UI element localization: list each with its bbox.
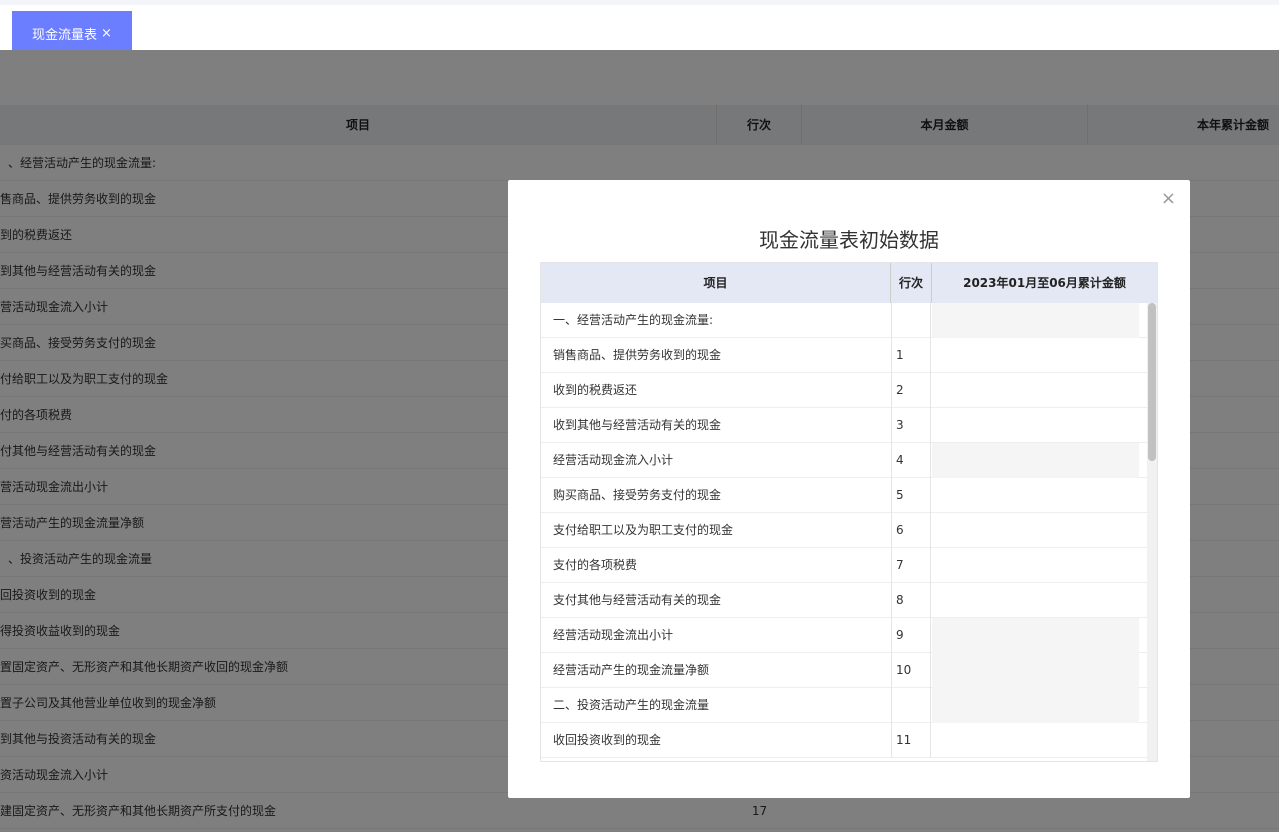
row-no: 3 <box>891 408 931 443</box>
tab-close-icon[interactable]: × <box>101 26 112 41</box>
row-no: 1 <box>891 338 931 373</box>
table-row: 经营活动现金流入小计 4 <box>541 443 1147 478</box>
row-no <box>891 688 931 723</box>
amount-cell <box>932 688 1139 723</box>
row-item: 经营活动现金流出小计 <box>553 628 674 642</box>
tab-label: 现金流量表 <box>32 27 98 43</box>
table-header: 项目 行次 2023年01月至06月累计金额 <box>541 263 1157 303</box>
table-row: 收到其他与经营活动有关的现金 3 <box>541 408 1147 443</box>
amount-cell <box>932 443 1139 478</box>
modal-title: 现金流量表初始数据 <box>759 228 939 252</box>
amount-cell[interactable] <box>932 338 1139 373</box>
row-no: 10 <box>891 653 931 688</box>
row-item: 一、经营活动产生的现金流量: <box>553 313 714 327</box>
amount-cell <box>932 653 1139 688</box>
row-no <box>891 303 931 338</box>
tab-cash-flow-statement[interactable]: 现金流量表 × <box>12 11 132 55</box>
row-item: 经营活动现金流入小计 <box>553 453 674 467</box>
amount-cell <box>932 618 1139 653</box>
table-row: 收回投资收到的现金 11 <box>541 723 1147 758</box>
amount-cell[interactable] <box>932 723 1139 758</box>
amount-cell[interactable] <box>932 373 1139 408</box>
table-row: 经营活动产生的现金流量净额 10 <box>541 653 1147 688</box>
amount-cell[interactable] <box>932 583 1139 618</box>
row-item: 支付其他与经营活动有关的现金 <box>553 593 722 607</box>
row-item: 经营活动产生的现金流量净额 <box>553 663 710 677</box>
row-item: 支付给职工以及为职工支付的现金 <box>553 523 734 537</box>
table-row: 购买商品、接受劳务支付的现金 5 <box>541 478 1147 513</box>
initial-data-modal: × 现金流量表初始数据 项目 行次 2023年01月至06月累计金额 一、经营活… <box>508 180 1190 798</box>
row-no: 6 <box>891 513 931 548</box>
scrollbar-thumb[interactable] <box>1148 303 1156 461</box>
row-item: 二、投资活动产生的现金流量 <box>553 698 710 712</box>
row-item: 收到其他与经营活动有关的现金 <box>553 418 722 432</box>
top-bar: 现金流量表 × <box>0 0 1279 55</box>
table-row: 支付给职工以及为职工支付的现金 6 <box>541 513 1147 548</box>
table-row: 二、投资活动产生的现金流量 <box>541 688 1147 723</box>
scrollbar[interactable] <box>1147 303 1157 761</box>
close-icon[interactable]: × <box>1161 188 1176 209</box>
row-item: 收到的税费返还 <box>553 383 638 397</box>
amount-cell[interactable] <box>932 478 1139 513</box>
row-no: 9 <box>891 618 931 653</box>
row-item: 收回投资收到的现金 <box>553 733 662 747</box>
row-no: 11 <box>891 723 931 758</box>
table-row: 销售商品、提供劳务收到的现金 1 <box>541 338 1147 373</box>
amount-cell[interactable] <box>932 548 1139 583</box>
table-row: 经营活动现金流出小计 9 <box>541 618 1147 653</box>
row-item: 购买商品、接受劳务支付的现金 <box>553 488 722 502</box>
table-row: 一、经营活动产生的现金流量: <box>541 303 1147 338</box>
row-no: 2 <box>891 373 931 408</box>
header-amount: 2023年01月至06月累计金额 <box>963 276 1126 290</box>
row-no: 5 <box>891 478 931 513</box>
table-row: 支付其他与经营活动有关的现金 8 <box>541 583 1147 618</box>
header-row-no: 行次 <box>891 263 932 303</box>
table-row: 收到的税费返还 2 <box>541 373 1147 408</box>
amount-cell[interactable] <box>932 408 1139 443</box>
amount-cell <box>932 303 1139 338</box>
table-row: 支付的各项税费 7 <box>541 548 1147 583</box>
row-no: 4 <box>891 443 931 478</box>
row-no: 8 <box>891 583 931 618</box>
amount-cell[interactable] <box>932 513 1139 548</box>
row-item: 支付的各项税费 <box>553 558 638 572</box>
row-item: 销售商品、提供劳务收到的现金 <box>553 348 722 362</box>
header-item: 项目 <box>541 263 891 303</box>
initial-data-table: 项目 行次 2023年01月至06月累计金额 一、经营活动产生的现金流量: 销售商… <box>540 262 1158 762</box>
row-no: 7 <box>891 548 931 583</box>
